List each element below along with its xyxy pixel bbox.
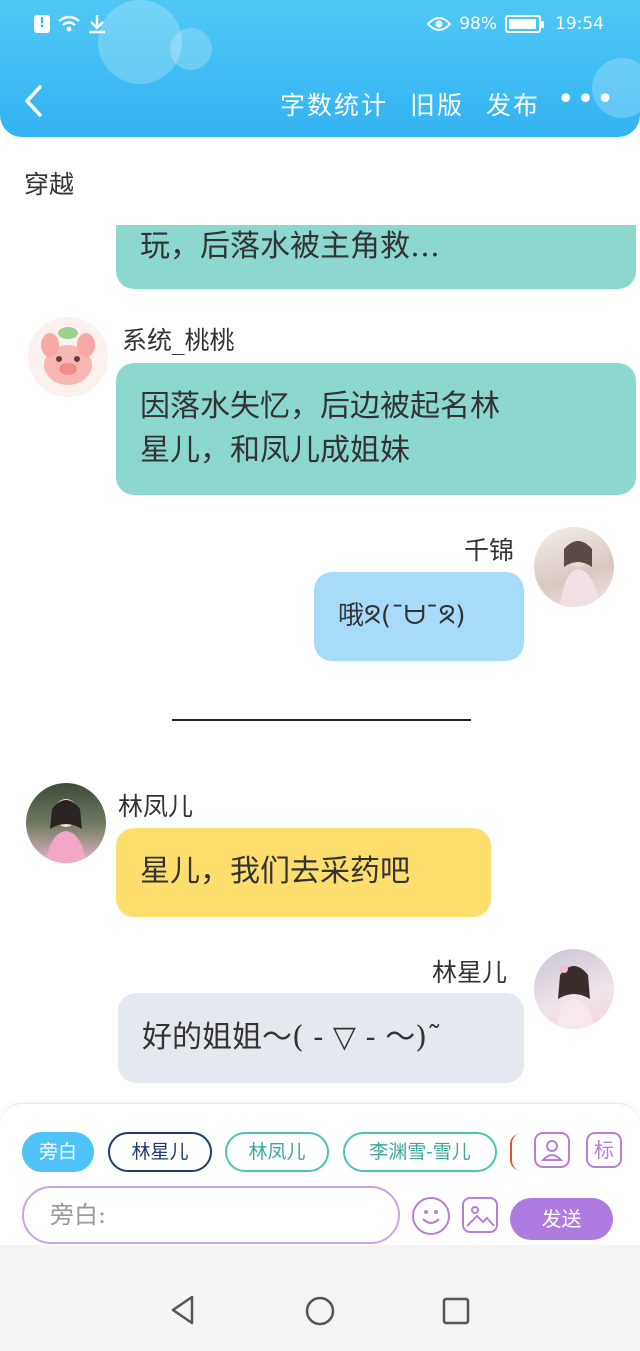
message-text: 玩，后落水被主角救…	[140, 229, 440, 264]
role-chip-lin-xinger[interactable]: 林星儿	[108, 1132, 212, 1172]
avatar[interactable]	[534, 949, 614, 1029]
message-bubble[interactable]: 星儿，我们去采药吧	[116, 828, 491, 917]
girl-avatar-icon	[46, 799, 86, 863]
alert-icon: !	[34, 15, 50, 33]
avatar[interactable]	[28, 317, 108, 397]
app-header: ! 98% 19:54 字数统计 旧版 发布 •••	[0, 0, 640, 137]
status-bar: ! 98% 19:54	[0, 12, 640, 42]
publish-button[interactable]: 发布	[486, 86, 540, 122]
message-bubble[interactable]: 好的姐姐～( ‐ ▽ ‐ ～)˜	[118, 993, 524, 1083]
eye-icon	[427, 17, 452, 31]
pig-avatar-icon	[28, 317, 108, 397]
story-title-bar: 穿越	[0, 137, 640, 225]
image-button[interactable]	[462, 1197, 498, 1233]
send-button[interactable]: 发送	[510, 1198, 613, 1240]
download-icon	[89, 15, 105, 34]
back-button[interactable]	[22, 84, 52, 120]
clock: 19:54	[555, 14, 604, 34]
nav-home-icon[interactable]	[304, 1295, 336, 1327]
message-text: 星儿，和凤儿成姐妹	[140, 433, 410, 468]
battery-fill	[509, 19, 536, 29]
nav-recents-icon[interactable]	[442, 1297, 470, 1325]
message-input[interactable]: 旁白:	[22, 1186, 400, 1244]
header-actions: 字数统计 旧版 发布	[280, 86, 540, 122]
smiley-icon	[422, 1210, 440, 1224]
emoji-button[interactable]	[412, 1197, 450, 1235]
old-version-button[interactable]: 旧版	[410, 86, 464, 122]
avatar[interactable]	[534, 527, 614, 607]
message-bubble[interactable]: 哦ᘝ(¯ᗨ¯ᘝ)	[314, 572, 524, 661]
image-icon	[466, 1206, 495, 1227]
message-bubble[interactable]: 玩，后落水被主角救…	[116, 225, 636, 289]
divider	[172, 719, 471, 721]
role-chip-partial[interactable]	[510, 1134, 520, 1170]
input-panel: 旁白 林星儿 林凤儿 李渊雪-雪儿 标 旁白: 发送	[0, 1103, 640, 1245]
girl-avatar-icon	[556, 965, 594, 1029]
speaker-name: 系统_桃桃	[122, 326, 235, 355]
story-title[interactable]: 穿越	[24, 165, 74, 201]
speaker-name: 林星儿	[432, 958, 508, 987]
speaker-name: 林凤儿	[118, 792, 194, 821]
role-chip-lin-fenger[interactable]: 林凤儿	[225, 1132, 329, 1172]
chat-area[interactable]: 玩，后落水被主角救… 系统_桃桃 因落水失忆，后边被起名林 星儿，和凤儿成姐妹 …	[0, 225, 640, 1105]
role-chip-narrator[interactable]: 旁白	[22, 1132, 94, 1172]
chevron-left-icon	[25, 85, 42, 117]
message-text: 好的姐姐～( ‐ ▽ ‐ ～)˜	[142, 1020, 442, 1055]
message-bubble[interactable]: 因落水失忆，后边被起名林 星儿，和凤儿成姐妹	[116, 363, 636, 495]
battery-icon	[505, 15, 544, 33]
message-text: 星儿，我们去采药吧	[140, 854, 410, 889]
wifi-icon	[58, 15, 80, 32]
person-icon	[540, 1140, 564, 1161]
message-text: 哦ᘝ(¯ᗨ¯ᘝ)	[338, 601, 466, 631]
tag-button[interactable]: 标	[586, 1132, 622, 1168]
message-text: 因落水失忆，后边被起名林	[140, 389, 500, 424]
word-count-button[interactable]: 字数统计	[280, 86, 388, 122]
add-character-button[interactable]	[534, 1132, 570, 1168]
avatar[interactable]	[26, 783, 106, 863]
role-chip-li-yuanxue[interactable]: 李渊雪-雪儿	[343, 1132, 497, 1172]
system-nav-bar	[0, 1245, 640, 1351]
girl-avatar-icon	[560, 541, 600, 607]
battery-percent: 98%	[459, 14, 497, 34]
speaker-name: 千锦	[464, 536, 515, 565]
more-options-button[interactable]: •••	[557, 82, 616, 117]
nav-back-icon[interactable]	[170, 1295, 196, 1325]
